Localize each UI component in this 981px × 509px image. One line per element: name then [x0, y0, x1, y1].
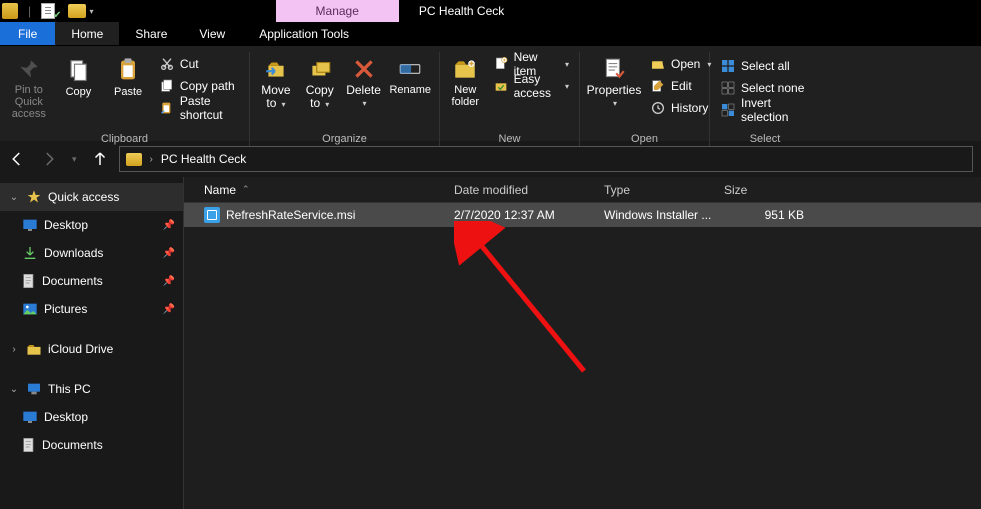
history-button[interactable]: History [646, 98, 715, 118]
edit-button[interactable]: Edit [646, 76, 715, 96]
qat-divider: | [28, 4, 31, 18]
group-open: Properties ▾ Open▾ Edit History Open [580, 52, 710, 147]
file-list-pane: Name⌃ Date modified Type Size RefreshRat… [184, 177, 981, 509]
pc-icon [26, 382, 42, 396]
group-label-open: Open [586, 133, 703, 147]
sidebar-quick-access[interactable]: ⌄ Quick access [0, 183, 183, 211]
select-all-button[interactable]: Select all [716, 56, 814, 76]
up-button[interactable] [91, 150, 109, 168]
clipboard-small-buttons: Cut Copy path Paste shortcut [155, 54, 243, 118]
copy-button[interactable]: Copy [56, 54, 102, 120]
annotation-arrow-icon [454, 221, 614, 391]
chevron-right-icon[interactable]: › [8, 344, 20, 355]
navigation-pane: ⌄ Quick access Desktop📌 Downloads📌 Docum… [0, 177, 184, 509]
copy-path-button[interactable]: Copy path [155, 76, 243, 96]
sidebar-pc-documents[interactable]: Documents [0, 431, 183, 459]
copy-to-button[interactable]: Copy to ▾ [300, 54, 340, 120]
sidebar-pc-desktop[interactable]: Desktop [0, 403, 183, 431]
navigation-bar: ▾ › PC Health Ceck [0, 141, 981, 177]
group-label-select: Select [716, 133, 814, 147]
star-icon [26, 189, 42, 205]
back-button[interactable] [8, 150, 26, 168]
select-none-button[interactable]: Select none [716, 78, 814, 98]
address-folder-icon [126, 153, 142, 166]
file-size: 951 KB [724, 208, 804, 222]
group-label-organize: Organize [256, 133, 433, 147]
tab-share[interactable]: Share [119, 22, 183, 45]
file-date: 2/7/2020 12:37 AM [454, 208, 604, 222]
tab-file[interactable]: File [0, 22, 55, 45]
group-select: Select all Select none Invert selection … [710, 52, 820, 147]
rename-button[interactable]: Rename [387, 54, 433, 120]
col-name[interactable]: Name⌃ [204, 183, 454, 197]
move-to-button[interactable]: Move to ▾ [256, 54, 296, 120]
delete-button[interactable]: Delete ▾ [344, 54, 384, 120]
pin-icon: 📌 [163, 304, 175, 315]
group-label-clipboard: Clipboard [6, 133, 243, 147]
invert-selection-button[interactable]: Invert selection [716, 100, 814, 120]
ribbon: Pin to Quick access Copy Paste Cut Copy … [0, 46, 981, 141]
msi-file-icon [204, 207, 220, 223]
tab-view[interactable]: View [183, 22, 241, 45]
breadcrumb[interactable]: PC Health Ceck [161, 152, 246, 166]
ribbon-tabs: File Home Share View Application Tools [0, 22, 981, 46]
forward-button[interactable] [40, 150, 58, 168]
properties-button[interactable]: Properties ▾ [586, 54, 642, 120]
chevron-down-icon[interactable]: ⌄ [8, 192, 20, 203]
pin-icon: 📌 [163, 220, 175, 231]
easy-access-button[interactable]: Easy access▾ [489, 76, 573, 96]
column-headers: Name⌃ Date modified Type Size [184, 177, 981, 203]
group-clipboard: Pin to Quick access Copy Paste Cut Copy … [0, 52, 250, 147]
desktop-icon [22, 410, 38, 424]
paste-button[interactable]: Paste [105, 54, 151, 120]
sidebar-documents[interactable]: Documents📌 [0, 267, 183, 295]
document-icon [22, 273, 36, 289]
sidebar-icloud[interactable]: › iCloud Drive [0, 335, 183, 363]
pictures-icon [22, 302, 38, 316]
explorer-body: ⌄ Quick access Desktop📌 Downloads📌 Docum… [0, 177, 981, 509]
desktop-icon [22, 218, 38, 232]
paste-shortcut-button[interactable]: Paste shortcut [155, 98, 243, 118]
col-size[interactable]: Size [724, 183, 804, 197]
app-folder-icon [2, 3, 18, 19]
open-button[interactable]: Open▾ [646, 54, 715, 74]
sidebar-this-pc[interactable]: ⌄ This PC [0, 375, 183, 403]
pin-icon: 📌 [163, 276, 175, 287]
pin-icon: 📌 [163, 248, 175, 259]
chevron-down-icon[interactable]: ⌄ [8, 384, 20, 395]
group-organize: Move to ▾ Copy to ▾ Delete ▾ Rename Orga… [250, 52, 440, 147]
title-bar: | ✔ ▾ Manage PC Health Ceck [0, 0, 981, 22]
contextual-tab-manage[interactable]: Manage [276, 0, 399, 22]
sidebar-downloads[interactable]: Downloads📌 [0, 239, 183, 267]
col-type[interactable]: Type [604, 183, 724, 197]
address-bar[interactable]: › PC Health Ceck [119, 146, 973, 172]
tab-application-tools[interactable]: Application Tools [243, 22, 365, 45]
col-date[interactable]: Date modified [454, 183, 604, 197]
tab-home[interactable]: Home [55, 22, 119, 45]
sidebar-pictures[interactable]: Pictures📌 [0, 295, 183, 323]
window-title: PC Health Ceck [419, 4, 504, 18]
table-row[interactable]: RefreshRateService.msi 2/7/2020 12:37 AM… [184, 203, 981, 227]
qat-dropdown-icon[interactable]: ▾ [90, 7, 94, 16]
new-folder-button[interactable]: New folder [446, 54, 485, 120]
group-label-new: New [446, 133, 573, 147]
document-icon [22, 437, 36, 453]
new-folder-qat-icon[interactable] [68, 4, 86, 18]
file-type: Windows Installer ... [604, 208, 724, 222]
sort-asc-icon: ⌃ [242, 184, 250, 195]
pin-to-quick-access-button[interactable]: Pin to Quick access [6, 54, 52, 120]
new-item-button[interactable]: New item▾ [489, 54, 573, 74]
file-name: RefreshRateService.msi [226, 208, 355, 222]
crumb-chevron-icon[interactable]: › [150, 154, 153, 165]
recent-dropdown-icon[interactable]: ▾ [72, 154, 77, 165]
properties-check-icon: ✔ [53, 10, 61, 21]
cut-button[interactable]: Cut [155, 54, 243, 74]
quick-access-toolbar: | ✔ ▾ [0, 3, 96, 19]
download-icon [22, 245, 38, 261]
sidebar-desktop[interactable]: Desktop📌 [0, 211, 183, 239]
group-new: New folder New item▾ Easy access▾ New [440, 52, 580, 147]
folder-icon [26, 343, 42, 356]
